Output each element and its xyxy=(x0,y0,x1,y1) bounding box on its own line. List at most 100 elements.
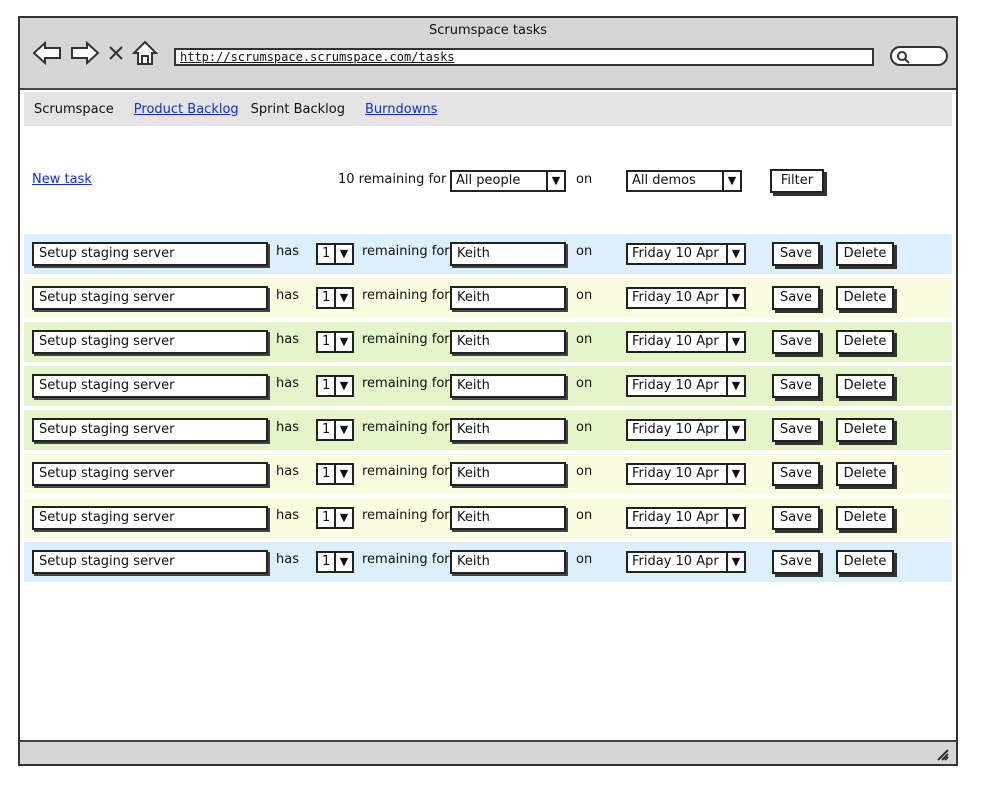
forward-arrow-icon[interactable] xyxy=(70,41,100,65)
has-label: has xyxy=(276,376,299,391)
people-filter-select[interactable]: All people ▼ xyxy=(450,170,566,192)
save-button[interactable]: Save xyxy=(772,506,820,530)
filter-bar: New task 10 remaining for All people ▼ o… xyxy=(20,166,956,196)
search-box[interactable] xyxy=(890,46,948,66)
dropdown-arrow-icon: ▼ xyxy=(726,377,744,395)
save-button[interactable]: Save xyxy=(772,418,820,442)
person-input[interactable]: Keith xyxy=(450,242,566,266)
window-title: Scrumspace tasks xyxy=(428,23,548,38)
remaining-select[interactable]: 1 ▼ xyxy=(316,375,354,397)
task-row: Setup staging server has 1 ▼ remaining f… xyxy=(24,234,952,274)
person-input[interactable]: Keith xyxy=(450,418,566,442)
remaining-select[interactable]: 1 ▼ xyxy=(316,243,354,265)
menu-item-burndowns[interactable]: Burndowns xyxy=(365,102,437,117)
menu-item-sprint-backlog[interactable]: Sprint Backlog xyxy=(251,102,345,117)
remaining-select[interactable]: 1 ▼ xyxy=(316,287,354,309)
remaining-value: 1 xyxy=(322,246,331,261)
date-select[interactable]: Friday 10 Apr ▼ xyxy=(626,551,746,573)
close-icon[interactable] xyxy=(108,45,124,61)
date-select[interactable]: Friday 10 Apr ▼ xyxy=(626,375,746,397)
remaining-value: 1 xyxy=(322,422,331,437)
home-icon[interactable] xyxy=(132,40,158,66)
nav-controls xyxy=(32,40,158,66)
task-name-input[interactable]: Setup staging server xyxy=(32,418,268,442)
date-select[interactable]: Friday 10 Apr ▼ xyxy=(626,331,746,353)
new-task-link[interactable]: New task xyxy=(32,172,92,187)
delete-button[interactable]: Delete xyxy=(836,418,894,442)
remaining-for-label: remaining for xyxy=(362,332,450,347)
on-label: on xyxy=(576,288,593,303)
task-name-input[interactable]: Setup staging server xyxy=(32,330,268,354)
demos-filter-select[interactable]: All demos ▼ xyxy=(626,170,742,192)
dropdown-arrow-icon: ▼ xyxy=(334,465,352,483)
delete-button[interactable]: Delete xyxy=(836,374,894,398)
person-input[interactable]: Keith xyxy=(450,330,566,354)
save-button[interactable]: Save xyxy=(772,242,820,266)
remaining-for-label: remaining for xyxy=(362,552,450,567)
remaining-value: 1 xyxy=(322,510,331,525)
remaining-select[interactable]: 1 ▼ xyxy=(316,331,354,353)
menu-item-product-backlog[interactable]: Product Backlog xyxy=(134,102,239,117)
task-name-input[interactable]: Setup staging server xyxy=(32,242,268,266)
person-input[interactable]: Keith xyxy=(450,286,566,310)
task-name-input[interactable]: Setup staging server xyxy=(32,374,268,398)
dropdown-arrow-icon: ▼ xyxy=(726,509,744,527)
date-select[interactable]: Friday 10 Apr ▼ xyxy=(626,419,746,441)
remaining-value: 1 xyxy=(322,334,331,349)
delete-button[interactable]: Delete xyxy=(836,330,894,354)
remaining-select[interactable]: 1 ▼ xyxy=(316,507,354,529)
task-list: Setup staging server has 1 ▼ remaining f… xyxy=(24,234,952,586)
has-label: has xyxy=(276,464,299,479)
task-name-input[interactable]: Setup staging server xyxy=(32,550,268,574)
remaining-summary: 10 remaining for xyxy=(338,172,447,187)
date-value: Friday 10 Apr xyxy=(632,246,719,261)
date-select[interactable]: Friday 10 Apr ▼ xyxy=(626,463,746,485)
has-label: has xyxy=(276,508,299,523)
person-input[interactable]: Keith xyxy=(450,506,566,530)
browser-window: Scrumspace tasks http://scrumspace.scrum… xyxy=(18,16,958,766)
delete-button[interactable]: Delete xyxy=(836,462,894,486)
back-arrow-icon[interactable] xyxy=(32,41,62,65)
task-name-input[interactable]: Setup staging server xyxy=(32,506,268,530)
delete-button[interactable]: Delete xyxy=(836,550,894,574)
demos-filter-value: All demos xyxy=(632,173,696,188)
task-row: Setup staging server has 1 ▼ remaining f… xyxy=(24,410,952,450)
person-input[interactable]: Keith xyxy=(450,374,566,398)
url-field[interactable]: http://scrumspace.scrumspace.com/tasks xyxy=(174,48,874,66)
has-label: has xyxy=(276,244,299,259)
person-input[interactable]: Keith xyxy=(450,550,566,574)
resize-grip-icon[interactable] xyxy=(934,746,950,762)
delete-button[interactable]: Delete xyxy=(836,242,894,266)
remaining-value: 1 xyxy=(322,466,331,481)
remaining-select[interactable]: 1 ▼ xyxy=(316,419,354,441)
save-button[interactable]: Save xyxy=(772,330,820,354)
remaining-select[interactable]: 1 ▼ xyxy=(316,463,354,485)
task-row: Setup staging server has 1 ▼ remaining f… xyxy=(24,454,952,494)
save-button[interactable]: Save xyxy=(772,286,820,310)
task-row: Setup staging server has 1 ▼ remaining f… xyxy=(24,278,952,318)
save-button[interactable]: Save xyxy=(772,374,820,398)
dropdown-arrow-icon: ▼ xyxy=(726,245,744,263)
on-label: on xyxy=(576,552,593,567)
date-select[interactable]: Friday 10 Apr ▼ xyxy=(626,287,746,309)
remaining-value: 1 xyxy=(322,290,331,305)
task-name-input[interactable]: Setup staging server xyxy=(32,286,268,310)
remaining-select[interactable]: 1 ▼ xyxy=(316,551,354,573)
delete-button[interactable]: Delete xyxy=(836,506,894,530)
filter-button[interactable]: Filter xyxy=(770,169,824,193)
task-row: Setup staging server has 1 ▼ remaining f… xyxy=(24,542,952,582)
dropdown-arrow-icon: ▼ xyxy=(726,553,744,571)
date-select[interactable]: Friday 10 Apr ▼ xyxy=(626,507,746,529)
task-name-input[interactable]: Setup staging server xyxy=(32,462,268,486)
person-input[interactable]: Keith xyxy=(450,462,566,486)
status-bar xyxy=(20,740,956,764)
save-button[interactable]: Save xyxy=(772,550,820,574)
dropdown-arrow-icon: ▼ xyxy=(722,172,740,190)
dropdown-arrow-icon: ▼ xyxy=(334,245,352,263)
date-select[interactable]: Friday 10 Apr ▼ xyxy=(626,243,746,265)
delete-button[interactable]: Delete xyxy=(836,286,894,310)
save-button[interactable]: Save xyxy=(772,462,820,486)
has-label: has xyxy=(276,420,299,435)
task-row: Setup staging server has 1 ▼ remaining f… xyxy=(24,498,952,538)
on-label: on xyxy=(576,376,593,391)
